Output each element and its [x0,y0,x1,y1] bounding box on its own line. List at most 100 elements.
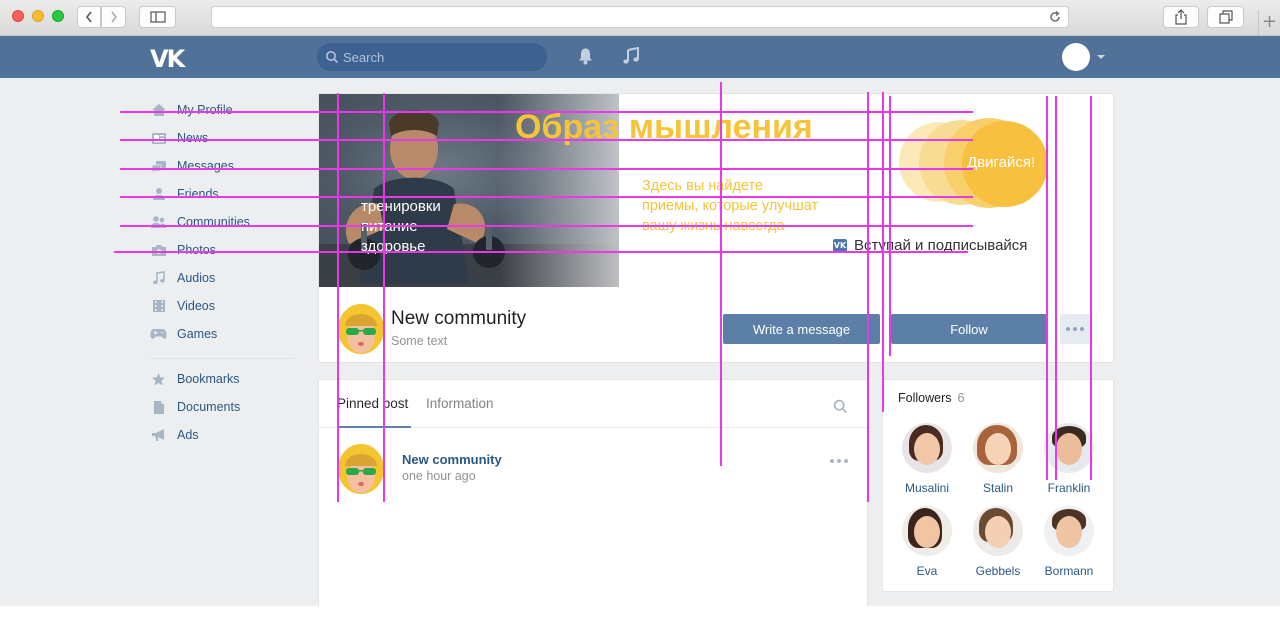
search-input[interactable] [343,47,538,67]
share-icon [1175,9,1187,25]
followers-label: Followers [898,391,952,405]
community-avatar[interactable] [338,304,384,354]
cover-line-training: тренировки [361,198,441,215]
nav-item-audios[interactable]: Audios [150,264,300,292]
left-nav: My Profile News Messages Friends Communi… [150,96,300,449]
overlay-line [120,168,973,170]
nav-item-communities[interactable]: Communities [150,208,300,236]
music-note-icon [150,271,167,285]
browser-toolbar: + [0,0,1280,36]
nav-item-ads[interactable]: Ads [150,421,300,449]
back-button[interactable] [77,6,101,28]
nav-label: Messages [177,159,234,173]
overlay-line [120,225,973,227]
overlay-line [337,93,339,502]
bell-icon[interactable] [577,47,594,65]
nav-item-my-profile[interactable]: My Profile [150,96,300,124]
news-icon [150,131,167,145]
address-bar[interactable] [211,6,1069,28]
site-header: VK [0,36,1280,78]
person-icon [150,187,167,201]
minimize-window-button[interactable] [32,10,44,22]
follower-name: Franklin [1047,481,1091,495]
nav-item-documents[interactable]: Documents [150,393,300,421]
nav-item-messages[interactable]: Messages [150,152,300,180]
community-name: New community [391,308,527,329]
close-window-button[interactable] [12,10,24,22]
page-footer-strip [0,606,1280,618]
follower-item[interactable]: Bormann [1037,506,1101,578]
reload-icon[interactable] [1048,10,1062,24]
camera-icon [150,243,167,257]
post-tabs: Pinned post Information [319,380,867,428]
share-button[interactable] [1163,6,1199,28]
user-avatar[interactable] [1062,43,1090,71]
overlay-line [720,82,722,466]
search-icon[interactable] [833,399,848,414]
overlay-line [114,251,968,253]
follower-item[interactable]: Stalin [966,423,1030,495]
megaphone-icon [150,428,167,442]
nav-label: Photos [177,243,216,257]
nav-item-bookmarks[interactable]: Bookmarks [150,365,300,393]
dot-icon [1080,327,1084,331]
zoom-window-button[interactable] [52,10,64,22]
nav-label: My Profile [177,103,233,117]
overlay-line [1055,96,1057,480]
search-icon [326,51,339,64]
nav-item-photos[interactable]: Photos [150,236,300,264]
tab-information[interactable]: Information [426,396,494,411]
write-message-button[interactable]: Write a message [723,314,880,344]
nav-item-games[interactable]: Games [150,320,300,348]
follower-photo [973,423,1023,473]
sidebar-icon [149,11,166,23]
tab-pinned-post[interactable]: Pinned post [337,396,408,411]
nav-label: Videos [177,299,215,313]
followers-heading[interactable]: Followers 6 [898,391,964,405]
overlay-line [120,139,973,141]
nav-label: Audios [177,271,216,285]
overlay-line [889,96,891,356]
overlay-line [867,92,869,502]
post-author-avatar[interactable] [338,444,384,494]
cover-cta: Двигайся! [967,154,1036,171]
chevron-right-icon [110,11,117,23]
post-more-button[interactable] [830,459,848,463]
follower-photo [1044,506,1094,556]
new-tab-button[interactable]: + [1258,10,1280,36]
search-box[interactable] [317,43,547,71]
forward-button[interactable] [101,6,126,28]
dot-icon [837,459,841,463]
vk-logo[interactable]: VK [150,45,185,73]
follower-name: Gebbels [975,564,1021,578]
follower-name: Eva [916,564,938,578]
dot-icon [830,459,834,463]
dot-icon [844,459,848,463]
chevron-down-icon[interactable] [1097,55,1105,59]
follower-photo [1044,423,1094,473]
more-actions-button[interactable] [1060,314,1090,344]
nav-label: Games [177,327,218,341]
dot-icon [1066,327,1070,331]
nav-label: Bookmarks [177,372,240,386]
document-icon [150,400,167,414]
post-timestamp[interactable]: one hour ago [402,469,476,483]
gamepad-icon [150,327,167,341]
overlay-line [1090,96,1092,480]
sidebar-toggle-button[interactable] [139,6,176,28]
tabs-overview-button[interactable] [1207,6,1244,28]
overlay-line [383,93,385,502]
overlay-line [1046,96,1048,480]
follow-button[interactable]: Follow [891,314,1047,344]
nav-divider [150,358,294,359]
nav-item-news[interactable]: News [150,124,300,152]
follower-item[interactable]: Eva [895,506,959,578]
community-cover: Образ мышления тренировки питание здоров… [319,94,1113,287]
nav-item-friends[interactable]: Friends [150,180,300,208]
follower-name: Stalin [982,481,1014,495]
follower-item[interactable]: Musalini [895,423,959,495]
nav-item-videos[interactable]: Videos [150,292,300,320]
music-icon[interactable] [622,47,640,65]
post-author-name[interactable]: New community [402,452,502,467]
follower-item[interactable]: Gebbels [966,506,1030,578]
